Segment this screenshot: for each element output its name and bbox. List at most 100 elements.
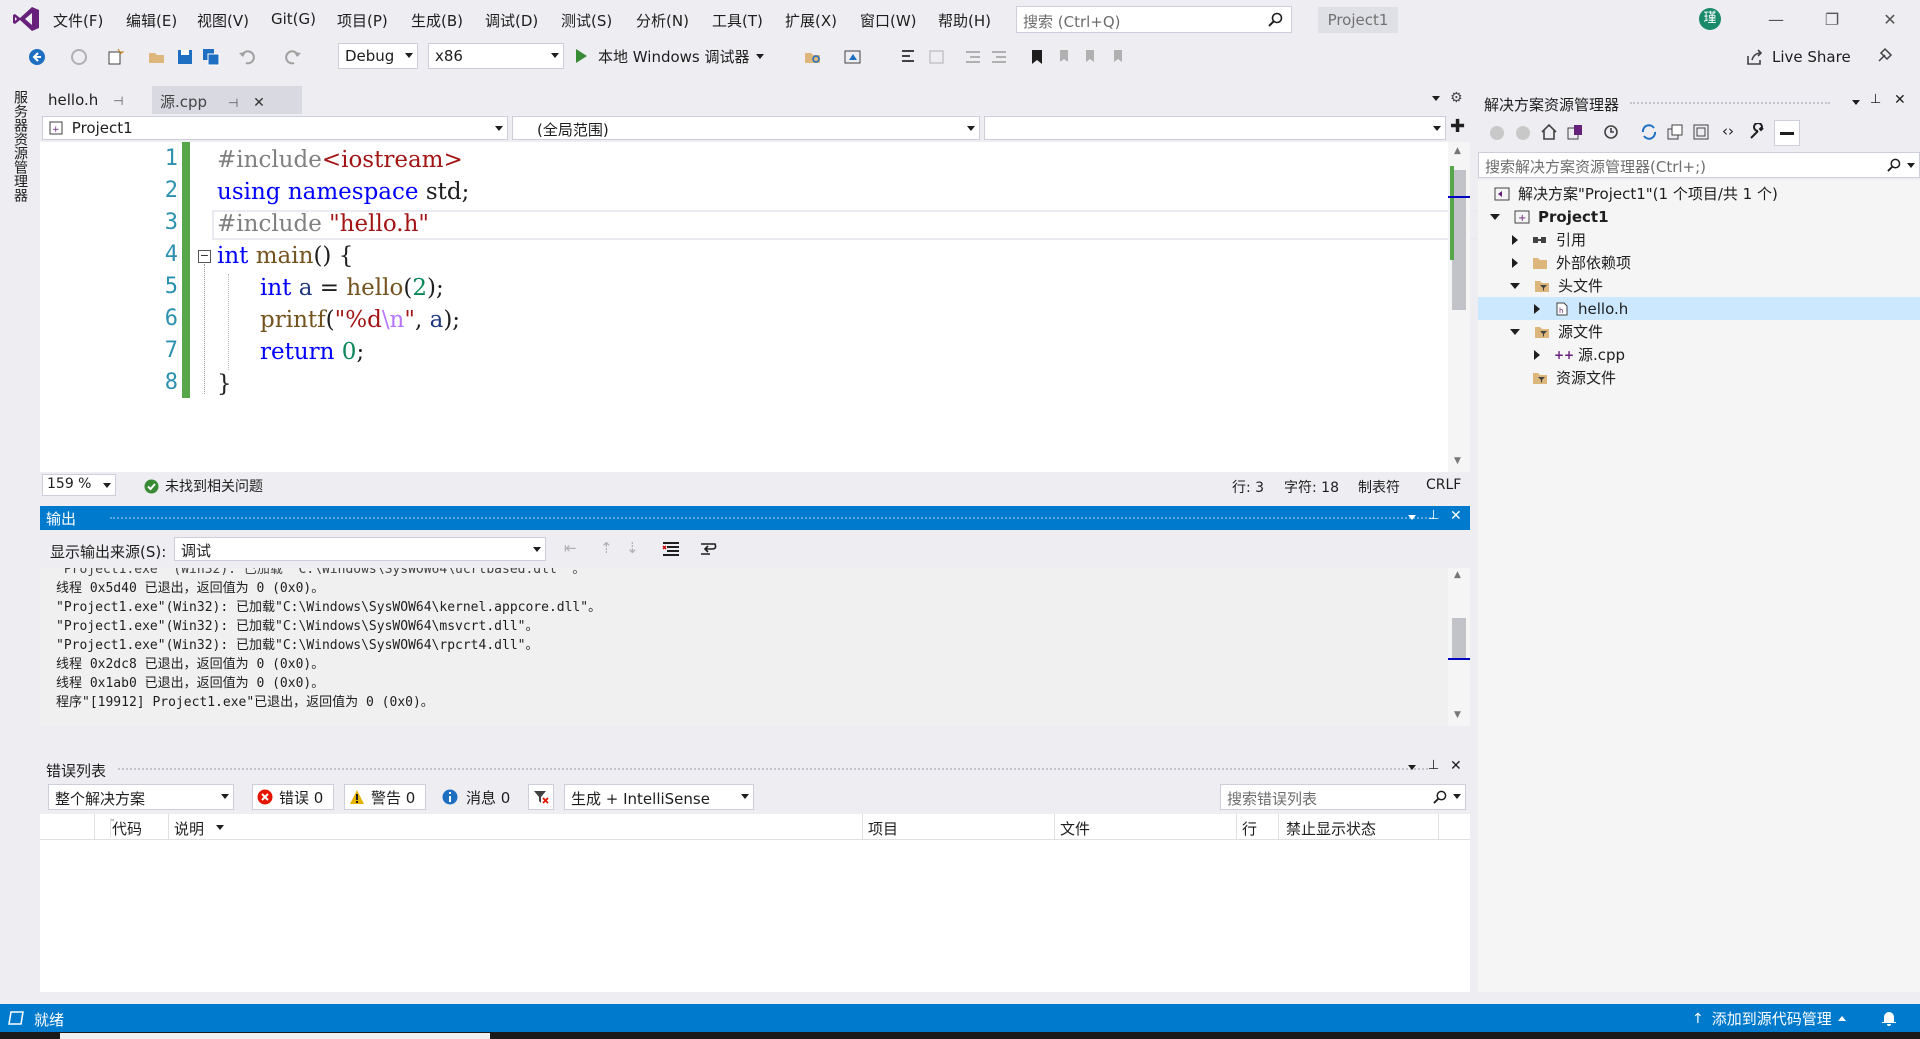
tree-item-resource-files[interactable]: 资源文件 — [1532, 366, 1616, 389]
prev-message-icon[interactable]: ⇡ — [600, 539, 613, 557]
tabs-indicator[interactable]: 制表符 — [1358, 477, 1400, 497]
menu-analyze[interactable]: 分析(N) — [636, 10, 689, 31]
go-to-location-icon[interactable]: ⇤ — [564, 539, 577, 557]
tree-item-source-files[interactable]: 源文件 — [1510, 320, 1603, 343]
menu-debug[interactable]: 调试(D) — [485, 10, 538, 31]
expanded-icon[interactable] — [1510, 282, 1520, 289]
code-editor[interactable]: 1 2 3 4 5 6 7 8 − #include<iostream> usi… — [40, 142, 1480, 472]
tree-item-references[interactable]: 引用 — [1512, 228, 1586, 251]
next-bookmark-icon[interactable] — [1082, 48, 1100, 66]
forward-arrow-icon[interactable] — [70, 48, 88, 66]
expanded-icon[interactable] — [1510, 328, 1520, 335]
properties-wrench-icon[interactable] — [1748, 123, 1766, 141]
scroll-thumb[interactable] — [1452, 618, 1466, 658]
issues-indicator[interactable]: 未找到相关问题 — [144, 476, 263, 496]
close-panel-icon[interactable]: ✕ — [1450, 758, 1462, 774]
search-input[interactable]: 搜索 (Ctrl+Q) — [1016, 6, 1292, 33]
word-wrap-icon[interactable] — [700, 541, 718, 557]
menu-extensions[interactable]: 扩展(X) — [785, 10, 837, 31]
minimize-button[interactable]: — — [1766, 10, 1786, 29]
menu-edit[interactable]: 编辑(E) — [126, 10, 177, 31]
collapsed-icon[interactable] — [1512, 257, 1518, 268]
global-scope-select[interactable]: (全局范围) — [512, 116, 980, 140]
errors-filter-button[interactable]: 错误 0 — [252, 784, 334, 810]
view-code-icon[interactable]: ‹› — [1722, 122, 1734, 140]
menu-window[interactable]: 窗口(W) — [860, 10, 917, 31]
column-dropdown-icon[interactable] — [216, 825, 224, 830]
pending-changes-filter-icon[interactable] — [1602, 123, 1620, 141]
collapse-all-icon[interactable] — [1666, 123, 1684, 141]
collapsed-icon[interactable] — [1512, 234, 1518, 245]
column-header-description[interactable]: 说明 — [174, 818, 204, 839]
clear-bookmarks-icon[interactable] — [1110, 48, 1128, 66]
build-intellisense-select[interactable]: 生成 + IntelliSense — [564, 784, 754, 810]
next-message-icon[interactable]: ⇣ — [626, 539, 639, 557]
zoom-select[interactable]: 159 % — [42, 474, 116, 496]
live-share-button[interactable]: Live Share — [1746, 46, 1851, 68]
pin-icon[interactable]: ⊣ — [113, 94, 123, 108]
start-debugging-button[interactable]: 本地 Windows 调试器 — [574, 44, 764, 68]
tree-item-project[interactable]: + Project1 — [1490, 205, 1609, 228]
column-header-project[interactable]: 项目 — [868, 818, 898, 839]
menu-git[interactable]: Git(G) — [271, 10, 316, 28]
column-indicator[interactable]: 字符: 18 — [1284, 477, 1339, 497]
collapsed-icon[interactable] — [1534, 349, 1540, 360]
clear-all-icon[interactable] — [662, 541, 680, 557]
step-over-icon[interactable] — [928, 48, 946, 66]
bookmark-icon[interactable] — [1028, 48, 1046, 66]
new-project-icon[interactable] — [106, 48, 124, 66]
open-folder-icon[interactable] — [148, 48, 166, 66]
close-window-button[interactable]: ✕ — [1880, 10, 1900, 29]
preview-selected-button[interactable] — [1774, 120, 1800, 146]
column-header-code[interactable]: 代码 — [112, 818, 142, 839]
scroll-down-icon[interactable]: ▼ — [1454, 456, 1461, 466]
editor-vertical-scrollbar[interactable]: ▲ ▼ — [1448, 142, 1470, 472]
messages-filter-button[interactable]: 消息 0 — [438, 784, 520, 810]
expanded-icon[interactable] — [1490, 213, 1500, 220]
panel-menu-dropdown-icon[interactable] — [1408, 765, 1416, 770]
close-panel-icon[interactable]: ✕ — [1450, 508, 1462, 524]
save-all-icon[interactable] — [202, 48, 220, 66]
menu-view[interactable]: 视图(V) — [197, 10, 249, 31]
output-source-select[interactable]: 调试 — [174, 537, 546, 561]
configuration-select[interactable]: Debug — [338, 43, 418, 69]
undo-icon[interactable] — [238, 48, 256, 66]
visual-studio-logo-icon[interactable] — [12, 6, 40, 32]
back-arrow-icon[interactable] — [28, 48, 46, 66]
error-list-body[interactable] — [40, 840, 1470, 992]
close-tab-icon[interactable]: ✕ — [253, 95, 265, 111]
pin-icon[interactable]: ⊥ — [1428, 758, 1439, 773]
tree-item-solution[interactable]: 解决方案"Project1"(1 个项目/共 1 个) — [1494, 182, 1778, 205]
redo-icon[interactable] — [284, 48, 302, 66]
project-scope-select[interactable]: + Project1 — [42, 116, 508, 140]
scroll-up-icon[interactable]: ▲ — [1454, 146, 1461, 156]
tab-source-cpp[interactable]: 源.cpp ⊣ ✕ — [152, 86, 302, 114]
menu-test[interactable]: 测试(S) — [561, 10, 612, 31]
line-indicator[interactable]: 行: 3 — [1232, 477, 1264, 497]
search-options-dropdown-icon[interactable] — [1907, 163, 1915, 168]
server-explorer-tab[interactable]: 服务器资源管理器 — [10, 90, 30, 202]
tree-item-hello-h[interactable]: h hello.h — [1478, 297, 1920, 320]
panel-menu-dropdown-icon[interactable] — [1852, 100, 1860, 105]
column-header-suppression[interactable]: 禁止显示状态 — [1286, 818, 1376, 839]
save-icon[interactable] — [176, 48, 194, 66]
output-vertical-scrollbar[interactable]: ▲ ▼ — [1448, 568, 1470, 726]
solution-search-input[interactable]: 搜索解决方案资源管理器(Ctrl+;) — [1478, 152, 1920, 178]
close-panel-icon[interactable]: ✕ — [1894, 92, 1906, 108]
error-search-input[interactable]: 搜索错误列表 — [1220, 784, 1466, 810]
feedback-icon[interactable] — [1876, 46, 1894, 64]
tree-item-source-cpp[interactable]: ++ 源.cpp — [1534, 343, 1625, 366]
menu-tools[interactable]: 工具(T) — [712, 10, 763, 31]
column-header-line[interactable]: 行 — [1242, 818, 1257, 839]
step-icon[interactable] — [900, 48, 918, 66]
prev-bookmark-icon[interactable] — [1056, 48, 1074, 66]
pin-icon[interactable]: ⊥ — [1870, 92, 1881, 107]
scroll-down-icon[interactable]: ▼ — [1454, 710, 1461, 720]
tree-item-header-files[interactable]: 头文件 — [1510, 274, 1603, 297]
pin-icon[interactable]: ⊥ — [1428, 508, 1439, 523]
switch-views-icon[interactable] — [1566, 123, 1584, 141]
split-editor-icon[interactable]: ✚ — [1450, 116, 1465, 137]
sync-icon[interactable] — [1640, 123, 1658, 141]
warnings-filter-button[interactable]: 警告 0 — [344, 784, 426, 810]
solution-view-icon[interactable] — [844, 48, 862, 66]
